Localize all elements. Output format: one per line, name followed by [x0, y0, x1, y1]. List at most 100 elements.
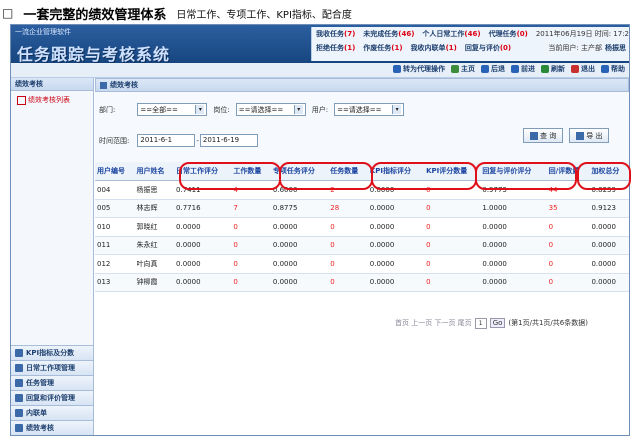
search-icon	[530, 131, 538, 140]
task-link[interactable]: 回复与评价(0)	[465, 43, 511, 53]
task-link[interactable]: 未完成任务(46)	[363, 29, 414, 39]
date-from-input[interactable]: 2011-6-1	[137, 134, 196, 147]
top-toolbar: 转为代理操作 主页 后退 前进 刷新 退出 帮助	[11, 63, 629, 78]
column-header[interactable]: 工作数量	[231, 162, 271, 181]
table-cell: 0.0000	[270, 236, 329, 255]
column-header[interactable]: 用户编号	[95, 162, 135, 181]
table-cell: 010	[95, 217, 135, 237]
pager-links[interactable]: 首页 上一页 下一页 尾页	[395, 318, 472, 328]
table-cell: 0.8239	[589, 180, 629, 200]
table-row[interactable]: 005 林志辉 0.7716 7 0.8775 28 0.0000 0 1.0000 35 0.91…	[95, 199, 629, 218]
toolbar-refresh-button[interactable]: 刷新	[541, 64, 565, 74]
table-cell: 0.0000	[589, 273, 629, 292]
sidebar-item-assessment[interactable]: 绩效考核	[11, 420, 93, 435]
table-cell: 0	[546, 254, 590, 274]
table-cell: 0	[546, 217, 590, 237]
sidebar-item-label: 任务管理	[26, 379, 54, 387]
forward-icon	[511, 65, 519, 73]
export-button-label: 导 出	[586, 131, 603, 140]
column-header[interactable]: 任务数量	[328, 162, 368, 181]
table-cell: 0.6000	[270, 180, 329, 200]
task-count: (1)	[344, 44, 356, 52]
toolbar-agent-button[interactable]: 转为代理操作	[393, 64, 445, 74]
date-to-input[interactable]: 2011-6-19	[199, 134, 258, 147]
sidebar-item-daily-work[interactable]: 日常工作项管理	[11, 360, 93, 375]
go-button[interactable]: Go	[489, 318, 506, 328]
task-count: (1)	[391, 44, 403, 52]
toolbar-home-button[interactable]: 主页	[451, 64, 475, 74]
home-icon	[451, 65, 459, 73]
task-label: 未完成任务	[363, 30, 399, 38]
table-cell: 0.0000	[367, 199, 425, 218]
sidebar-item-memo[interactable]: 内联单	[11, 405, 93, 420]
toolbar-back-button[interactable]: 后退	[481, 64, 505, 74]
toolbar-label: 退出	[581, 65, 595, 73]
table-cell: 35	[546, 199, 590, 218]
main-content: 绩效考核 部门: ==全部== ▾ 岗位: ==请选择== ▾ 用户: ==请选…	[95, 78, 631, 435]
task-link[interactable]: 作废任务(1)	[363, 43, 402, 53]
task-label: 作废任务	[363, 44, 392, 52]
table-cell: 林志辉	[134, 199, 175, 218]
export-button[interactable]: 导 出	[569, 128, 610, 143]
date-separator: -	[196, 136, 199, 145]
table-cell: 0	[546, 273, 590, 292]
caption-bullet: □	[2, 6, 14, 20]
table-cell: 0	[328, 273, 368, 292]
task-link[interactable]: 我收任务(7)	[316, 29, 355, 39]
table-cell: 0.0000	[480, 217, 547, 237]
task-link[interactable]: 个人日常工作(46)	[422, 29, 480, 39]
column-header[interactable]: 日常工作评分	[174, 162, 232, 181]
toolbar-exit-button[interactable]: 退出	[571, 64, 595, 74]
current-user-label: 当前用户: 主产部	[548, 44, 602, 52]
table-row[interactable]: 011 朱永红 0.0000 0 0.0000 0 0.0000 0 0.0000 0 0.0000	[95, 236, 629, 255]
refresh-icon	[541, 65, 549, 73]
dept-select[interactable]: ==全部== ▾	[137, 103, 208, 116]
kpi-icon	[15, 349, 23, 357]
dept-select-value: ==全部==	[140, 105, 178, 114]
sidebar-item-label: 回复和评价管理	[26, 394, 75, 402]
task-label: 回复与评价	[464, 44, 500, 52]
sidebar-item-kpi[interactable]: KPI指标及分数	[11, 345, 93, 360]
table-cell: 012	[95, 254, 135, 274]
task-link[interactable]: 我收内联单(1)	[411, 43, 457, 53]
tree-item-assessment-list[interactable]: 绩效考核列表	[17, 95, 93, 105]
column-header[interactable]: 回/评数量	[546, 162, 590, 181]
toolbar-help-button[interactable]: 帮助	[601, 64, 625, 74]
column-header[interactable]: 回复与评价评分	[480, 162, 547, 181]
table-cell: 0.0000	[174, 273, 232, 292]
page-number-input[interactable]: 1	[474, 317, 487, 329]
toolbar-label: 后退	[491, 65, 505, 73]
table-cell: 0	[328, 217, 368, 237]
table-cell: 0	[231, 273, 271, 292]
query-button-label: 查 询	[540, 131, 557, 140]
table-row[interactable]: 004 杨振思 0.7411 4 0.6000 2 0.0000 0 0.9773 44 0.823…	[95, 180, 629, 200]
post-select-value: ==请选择==	[238, 105, 284, 114]
user-select[interactable]: ==请选择== ▾	[334, 103, 405, 116]
column-header[interactable]: KPI评分数量	[424, 162, 481, 181]
table-cell: 0.0000	[174, 236, 232, 255]
back-icon	[481, 65, 489, 73]
table-cell: 0.0000	[367, 236, 425, 255]
table-cell: 0.7411	[174, 180, 232, 200]
sidebar-item-task[interactable]: 任务管理	[11, 375, 93, 390]
table-cell: 0.0000	[367, 273, 425, 292]
task-link[interactable]: 代理任务(0)	[489, 29, 528, 39]
sidebar-item-reply[interactable]: 回复和评价管理	[11, 390, 93, 405]
task-link[interactable]: 拒绝任务(1)	[316, 43, 355, 53]
table-row[interactable]: 013 钟柳霞 0.0000 0 0.0000 0 0.0000 0 0.0000 0 0.0000	[95, 273, 629, 292]
query-button[interactable]: 查 询	[523, 128, 564, 143]
table-row[interactable]: 012 叶向真 0.0000 0 0.0000 0 0.0000 0 0.0000 0 0.0000	[95, 254, 629, 274]
column-header[interactable]: 用户姓名	[134, 162, 175, 181]
toolbar-forward-button[interactable]: 前进	[511, 64, 535, 74]
column-header[interactable]: 专项任务评分	[270, 162, 329, 181]
sidebar-item-label: 内联单	[26, 409, 47, 417]
table-row[interactable]: 010 郭晓红 0.0000 0 0.0000 0 0.0000 0 0.0000 0 0.0000	[95, 217, 629, 237]
date-range-label: 时间范围:	[99, 136, 130, 145]
column-header[interactable]: 加权总分	[589, 162, 629, 181]
column-header[interactable]: KPI指标评分	[367, 162, 425, 181]
table-cell: 0.0000	[480, 254, 547, 274]
current-user-name[interactable]: 杨振思	[605, 44, 626, 52]
table-cell: 0.7716	[174, 199, 232, 218]
post-select[interactable]: ==请选择== ▾	[235, 103, 306, 116]
table-cell: 0.0000	[367, 217, 425, 237]
